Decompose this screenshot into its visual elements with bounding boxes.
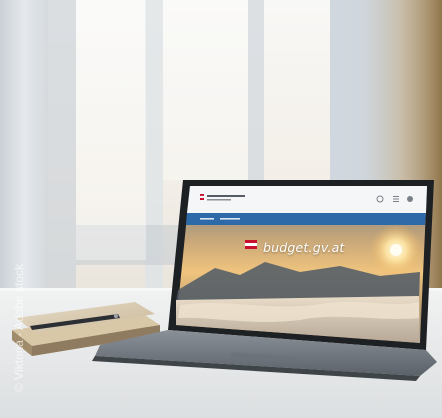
menu-icon bbox=[393, 196, 399, 197]
accessibility-icon bbox=[407, 196, 413, 202]
photo-credit: © Viktoria - Adobe stock bbox=[12, 263, 26, 392]
photo-scene bbox=[0, 0, 442, 418]
brand-text: budget.gv.at bbox=[263, 240, 345, 255]
